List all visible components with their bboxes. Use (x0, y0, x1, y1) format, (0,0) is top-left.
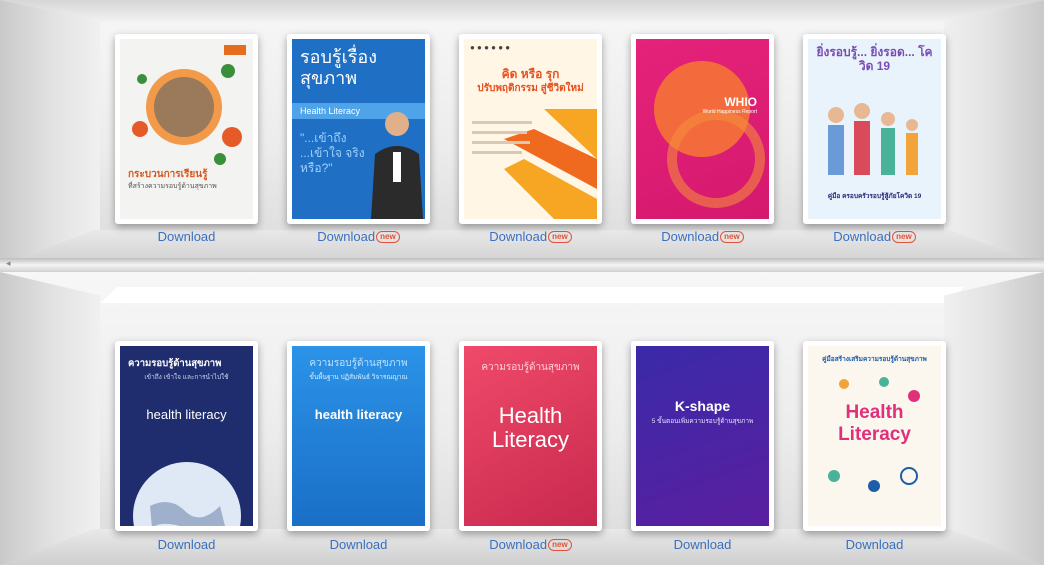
download-link[interactable]: Download new (631, 229, 774, 244)
new-badge: new (548, 231, 572, 243)
new-badge: new (376, 231, 400, 243)
book-cover: K-shape 5 ขั้นตอนเพิ่มความรอบรู้ด้านสุขภ… (636, 346, 769, 526)
globe-illustration (133, 462, 241, 526)
book-10[interactable]: คู่มือสร้างเสริมความรอบรู้ด้านสุขภาพ Hea… (803, 341, 946, 531)
book-6[interactable]: ความรอบรู้ด้านสุขภาพ เข้าถึง เข้าใจ และก… (115, 341, 258, 531)
book-cover: ความรอบรู้ด้านสุขภาพ เข้าถึง เข้าใจ และก… (120, 346, 253, 526)
book-main: health literacy (146, 407, 227, 422)
download-label[interactable]: Download (330, 537, 388, 552)
logo-row-icons: ● ● ● ● ● ● (470, 43, 511, 52)
book-subtitle: ที่สร้างความรอบรู้ด้านสุขภาพ (128, 183, 217, 190)
book-cover: ความรอบรู้ด้านสุขภาพ ขั้นพื้นฐาน ปฏิสัมพ… (292, 346, 425, 526)
speaker-illustration (371, 112, 423, 219)
download-link[interactable]: Download new (287, 229, 430, 244)
book-4[interactable]: WHIO World Happiness Report (631, 34, 774, 224)
book-7[interactable]: ความรอบรู้ด้านสุขภาพ ขั้นพื้นฐาน ปฏิสัมพ… (287, 341, 430, 531)
book-subtitle: ปรับพฤติกรรม สู่ชีวิตใหม่ (477, 83, 584, 94)
scroll-left-icon[interactable]: ◂ (6, 258, 11, 269)
shelf-divider: ◂ (0, 258, 1044, 272)
book-8[interactable]: ความรอบรู้ด้านสุขภาพ Health Literacy (459, 341, 602, 531)
book-cover: รอบรู้เรื่องสุขภาพ Health Literacy "...เ… (292, 39, 425, 219)
download-label[interactable]: Download (833, 229, 891, 244)
book-title: K-shape (674, 398, 731, 414)
cover-stripes (472, 109, 597, 219)
book-cover: คู่มือสร้างเสริมความรอบรู้ด้านสุขภาพ Hea… (808, 346, 941, 526)
book-title: กระบวนการเรียนรู้ (128, 169, 208, 180)
download-label[interactable]: Download (489, 229, 547, 244)
book-title: ความรอบรู้ด้านสุขภาพ (481, 362, 580, 373)
book-quote: "...เข้าถึง ...เข้าใจ จริงหรือ?" (300, 131, 365, 175)
shelf-right-wall (944, 0, 1044, 266)
book-main: Health Literacy (491, 403, 570, 452)
book-title: ยิ่งรอบรู้... ยิ่งรอด... โควิด 19 (816, 45, 933, 73)
shelf-light (100, 287, 964, 303)
new-badge: new (892, 231, 916, 243)
book-cover: กระบวนการเรียนรู้ ที่สร้างความรอบรู้ด้าน… (120, 39, 253, 219)
book-cover: WHIO World Happiness Report (636, 39, 769, 219)
book-title: รอบรู้เรื่องสุขภาพ (300, 47, 377, 88)
download-label[interactable]: Download (317, 229, 375, 244)
book-3[interactable]: ● ● ● ● ● ● คิด หรือ รุก ปรับพฤติกรรม สู… (459, 34, 602, 224)
book-cover: ● ● ● ● ● ● คิด หรือ รุก ปรับพฤติกรรม สู… (464, 39, 597, 219)
book-cover: ยิ่งรอบรู้... ยิ่งรอด... โควิด 19 คู่มือ… (808, 39, 941, 219)
cover-illustration (132, 45, 246, 165)
book-5[interactable]: ยิ่งรอบรู้... ยิ่งรอด... โควิด 19 คู่มือ… (803, 34, 946, 224)
shelf-right-wall (944, 272, 1044, 565)
book-subtitle: คู่มือ ครอบครัวรอบรู้สู้ภัยโควิด 19 (827, 193, 922, 200)
download-label[interactable]: Download (489, 537, 547, 552)
download-label[interactable]: Download (158, 537, 216, 552)
book-main: health literacy (314, 407, 403, 422)
cover-rings (654, 61, 765, 208)
download-link[interactable]: Download (631, 537, 774, 552)
download-link[interactable]: Download (803, 537, 946, 552)
new-badge: new (720, 231, 744, 243)
book-subtitle: World Happiness Report (702, 109, 757, 115)
download-label[interactable]: Download (846, 537, 904, 552)
book-9[interactable]: K-shape 5 ขั้นตอนเพิ่มความรอบรู้ด้านสุขภ… (631, 341, 774, 531)
book-1[interactable]: กระบวนการเรียนรู้ ที่สร้างความรอบรู้ด้าน… (115, 34, 258, 224)
download-label[interactable]: Download (661, 229, 719, 244)
book-subtitle: ขั้นพื้นฐาน ปฏิสัมพันธ์ วิจารณญาณ (309, 374, 408, 381)
download-link[interactable]: Download (287, 537, 430, 552)
book-title: WHIO (724, 95, 757, 109)
download-link[interactable]: Download new (803, 229, 946, 244)
download-link[interactable]: Download (115, 537, 258, 552)
book-subtitle: คู่มือสร้างเสริมความรอบรู้ด้านสุขภาพ (822, 356, 927, 363)
download-link[interactable]: Download new (459, 537, 602, 552)
activity-illustration (828, 377, 920, 492)
book-subtitle: เข้าถึง เข้าใจ และการนำไปใช้ (144, 374, 229, 381)
book-title: ความรอบรู้ด้านสุขภาพ (309, 358, 408, 369)
download-link[interactable]: Download new (459, 229, 602, 244)
download-link[interactable]: Download (115, 229, 258, 244)
download-label[interactable]: Download (674, 537, 732, 552)
shelf-left-wall (0, 272, 100, 565)
book-subtitle: 5 ขั้นตอนเพิ่มความรอบรู้ด้านสุขภาพ (651, 418, 754, 425)
book-cover: ความรอบรู้ด้านสุขภาพ Health Literacy (464, 346, 597, 526)
download-label[interactable]: Download (158, 229, 216, 244)
family-illustration (828, 103, 918, 175)
shelf-left-wall (0, 0, 100, 266)
shelf-ceiling (0, 0, 1044, 22)
book-2[interactable]: รอบรู้เรื่องสุขภาพ Health Literacy "...เ… (287, 34, 430, 224)
book-title: ความรอบรู้ด้านสุขภาพ (128, 358, 222, 369)
new-badge: new (548, 539, 572, 551)
